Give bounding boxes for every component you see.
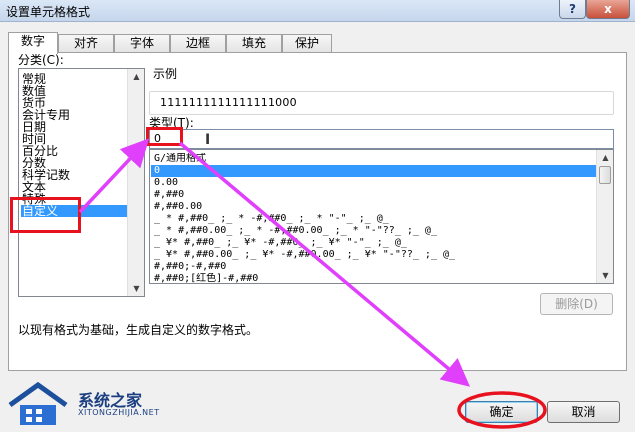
format-item[interactable]: #,##0;-#,##0 [151,261,596,273]
tab-border[interactable]: 边框 [170,34,226,53]
category-item[interactable]: 文本 [21,181,127,193]
help-button[interactable]: ? [559,0,586,19]
category-item[interactable]: 时间 [21,133,127,145]
category-item[interactable]: 数值 [21,85,127,97]
category-list[interactable]: 常规 数值 货币 会计专用 日期 时间 百分比 分数 科学记数 文本 特殊 自定… [18,68,145,297]
category-item[interactable]: 分数 [21,157,127,169]
delete-button[interactable]: 删除(D) [540,293,613,315]
tab-font[interactable]: 字体 [114,34,170,53]
category-scrollbar[interactable]: ▲ ▼ [127,69,144,296]
format-item[interactable]: #,##0.00 [151,201,596,213]
format-list[interactable]: G/通用格式 0 0.00 #,##0 #,##0.00 _ * #,##0_ … [149,149,614,284]
category-item[interactable]: 特殊 [21,193,127,205]
close-button[interactable]: x [586,0,630,19]
scroll-thumb[interactable] [599,166,611,184]
dialog-title: 设置单元格格式 [6,5,91,19]
sample-value: 1111111111111111000 [160,96,297,109]
description-text: 以现有格式为基础，生成自定义的数字格式。 [18,323,259,337]
scroll-up-icon[interactable]: ▲ [129,69,144,84]
sample-label: 示例 [153,67,178,81]
tab-number[interactable]: 数字 [8,32,58,54]
format-item[interactable]: _ * #,##0.00_ ;_ * -#,##0.00_ ;_ * "-"??… [151,225,596,237]
category-item[interactable]: 科学记数 [21,169,127,181]
scroll-down-icon[interactable]: ▼ [129,281,144,296]
category-item[interactable]: 百分比 [21,145,127,157]
type-input-value: 0 [154,132,161,145]
tab-fill[interactable]: 填充 [226,34,282,53]
scroll-up-icon[interactable]: ▲ [598,150,613,165]
format-item[interactable]: _ ¥* #,##0.00_ ;_ ¥* -#,##0.00_ ;_ ¥* "-… [151,249,596,261]
house-logo-icon [8,381,68,425]
format-item[interactable]: 0.00 [151,177,596,189]
sample-box: 1111111111111111000 [149,91,614,115]
format-item[interactable]: #,##0;[红色]-#,##0 [151,273,596,283]
category-item[interactable]: 会计专用 [21,109,127,121]
ok-button[interactable]: 确定 [465,401,538,423]
format-item[interactable]: _ * #,##0_ ;_ * -#,##0_ ;_ * "-"_ ;_ @_ [151,213,596,225]
tab-protection[interactable]: 保护 [282,34,332,53]
title-bar: 设置单元格格式 ? x [0,0,635,22]
format-scrollbar[interactable]: ▲ ▼ [596,150,613,283]
format-item[interactable]: _ ¥* #,##0_ ;_ ¥* -#,##0_ ;_ ¥* "-"_ ;_ … [151,237,596,249]
watermark-url: XITONGZHIJIA.NET [78,408,160,417]
format-item[interactable]: #,##0 [151,189,596,201]
dialog-body: 数字 对齐 字体 边框 填充 保护 分类(C): 常规 数值 货币 会计专用 日… [0,22,635,432]
type-input[interactable]: 0 [149,129,614,149]
text-cursor-icon: I [205,132,211,148]
tab-alignment[interactable]: 对齐 [58,34,114,53]
category-item-selected[interactable]: 自定义 [21,205,127,217]
category-item[interactable]: 货币 [21,97,127,109]
cancel-button[interactable]: 取消 [547,401,620,423]
scroll-down-icon[interactable]: ▼ [598,268,613,283]
category-item[interactable]: 日期 [21,121,127,133]
format-item-selected[interactable]: 0 [151,165,596,177]
category-item[interactable]: 常规 [21,73,127,85]
watermark-logo: 系统之家 XITONGZHIJIA.NET [6,381,176,432]
format-item[interactable]: G/通用格式 [151,153,596,165]
